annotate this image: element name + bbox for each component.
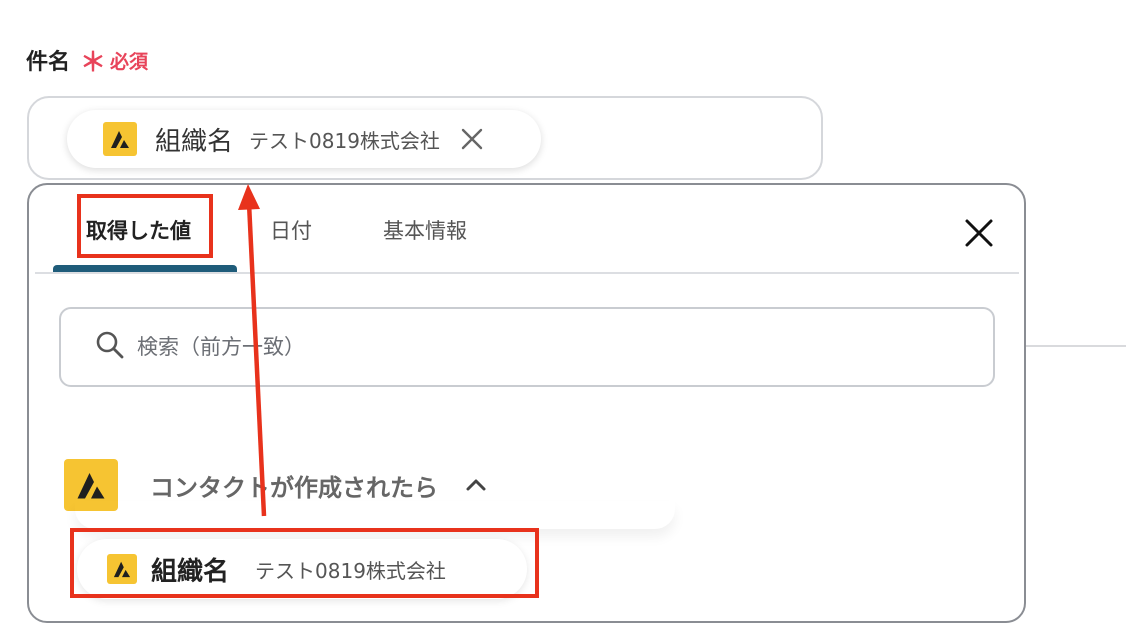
close-icon[interactable] (961, 215, 997, 251)
variable-token[interactable]: 組織名 テスト0819株式会社 (67, 110, 541, 168)
active-tab-indicator (53, 265, 237, 272)
required-asterisk: ＊ (80, 48, 107, 78)
group-title: コンタクトが作成されたら (150, 473, 438, 502)
search-icon (95, 330, 125, 364)
token-value: テスト0819株式会社 (249, 128, 440, 153)
tab-basic-info[interactable]: 基本情報 (383, 215, 467, 245)
variable-picker-panel: 取得した値 日付 基本情報 コンタクトが作成されたら 組織名 テスト0819株式… (27, 183, 1026, 623)
search-field[interactable] (59, 307, 995, 387)
tab-retrieved-values[interactable]: 取得した値 (86, 215, 191, 245)
app-logo-icon (107, 554, 137, 584)
token-name: 組織名 (155, 126, 234, 157)
value-item[interactable]: 組織名 テスト0819株式会社 (77, 539, 527, 599)
field-label-text: 件名 (26, 50, 71, 75)
required-text: 必須 (110, 50, 149, 73)
item-value: テスト0819株式会社 (255, 558, 446, 583)
app-logo-icon (103, 122, 137, 156)
subject-input[interactable]: 組織名 テスト0819株式会社 (27, 96, 823, 180)
search-input[interactable] (135, 334, 899, 360)
divider (1024, 345, 1126, 347)
chevron-up-icon[interactable] (464, 473, 488, 497)
item-name: 組織名 (151, 556, 230, 587)
tab-date[interactable]: 日付 (270, 215, 312, 245)
tab-bar: 取得した値 日付 基本情報 (29, 185, 1024, 275)
group-card-shadow (75, 501, 675, 529)
close-icon[interactable] (458, 125, 486, 153)
tab-divider (35, 272, 1019, 274)
field-label: 件名 ＊ 必須 (26, 44, 148, 76)
